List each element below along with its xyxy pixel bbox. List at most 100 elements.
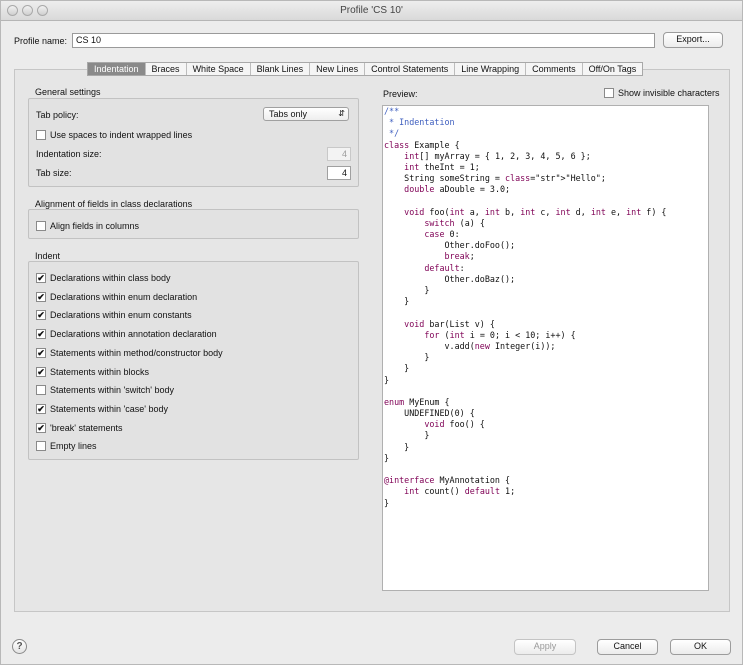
tab-size-field[interactable]: 4: [327, 166, 351, 180]
code-line: }: [384, 430, 430, 441]
code-preview-text: /** * Indentation */class Example { int[…: [383, 106, 708, 509]
tab-policy-label: Tab policy:: [36, 110, 79, 120]
indent-option[interactable]: ✔ Statements within 'case' body: [36, 403, 168, 415]
code-line: }: [384, 363, 410, 374]
code-line: }: [384, 374, 390, 385]
indent-title: Indent: [35, 251, 61, 261]
code-line: class Example {: [384, 139, 460, 150]
code-line: }: [384, 452, 390, 463]
profile-name-label: Profile name:: [14, 36, 68, 46]
indent-option-checkbox[interactable]: ✔: [36, 404, 46, 414]
profile-name-row: Profile name:: [14, 33, 72, 49]
code-line: @interface MyAnnotation {: [384, 475, 511, 486]
code-line: Other.doFoo();: [384, 240, 516, 251]
indent-option-checkbox[interactable]: ✔: [36, 292, 46, 302]
code-line: switch (a) {: [424, 217, 485, 228]
tab-policy-select[interactable]: Tabs only ⇵: [263, 107, 349, 121]
indent-option-checkbox[interactable]: ✔: [36, 329, 46, 339]
align-fields-checkbox[interactable]: [36, 221, 46, 231]
indent-option[interactable]: ✔ Declarations within enum constants: [36, 309, 192, 321]
code-line: /**: [384, 106, 400, 116]
tab-indentation[interactable]: Indentation: [88, 63, 146, 75]
indent-option-label: Declarations within annotation declarati…: [50, 329, 217, 339]
code-line: v.add(new Integer(i));: [384, 340, 556, 351]
indent-option-label: Statements within blocks: [50, 367, 150, 377]
spaces-wrapped-checkbox[interactable]: [36, 130, 46, 140]
profile-name-input[interactable]: CS 10: [72, 33, 655, 48]
code-line: enum MyEnum {: [384, 396, 450, 407]
tab-policy-value: Tabs only: [269, 109, 308, 119]
spaces-wrapped-label: Use spaces to indent wrapped lines: [50, 130, 193, 140]
indent-option-checkbox[interactable]: ✔: [36, 273, 46, 283]
indent-option-checkbox[interactable]: ✔: [36, 423, 46, 433]
indent-option[interactable]: Empty lines: [36, 440, 97, 452]
code-line: }: [384, 352, 430, 363]
indent-option-label: Statements within method/constructor bod…: [50, 348, 223, 358]
alignment-title: Alignment of fields in class declaration…: [35, 199, 193, 209]
code-line: ​: [384, 196, 708, 207]
indent-option[interactable]: ✔ Declarations within class body: [36, 272, 171, 284]
tab-bar: Indentation Braces White Space Blank Lin…: [87, 62, 644, 76]
tab-new-lines[interactable]: New Lines: [310, 63, 366, 75]
indent-option-checkbox[interactable]: [36, 385, 46, 395]
code-line: * Indentation: [384, 117, 455, 128]
tab-blank-lines[interactable]: Blank Lines: [251, 63, 311, 75]
indent-option[interactable]: ✔ Declarations within enum declaration: [36, 291, 197, 303]
tab-off-on-tags[interactable]: Off/On Tags: [583, 63, 643, 75]
code-preview[interactable]: /** * Indentation */class Example { int[…: [382, 105, 709, 591]
help-button[interactable]: ?: [12, 639, 27, 654]
indent-option-checkbox[interactable]: [36, 441, 46, 451]
window-title: Profile 'CS 10': [340, 5, 403, 16]
code-line: double aDouble = 3.0;: [404, 184, 511, 195]
indent-option[interactable]: ✔ 'break' statements: [36, 422, 122, 434]
general-settings-title: General settings: [35, 87, 101, 97]
code-line: ​: [384, 464, 708, 475]
show-invisible-option[interactable]: Show invisible characters: [604, 88, 720, 98]
indent-option-checkbox[interactable]: ✔: [36, 367, 46, 377]
select-arrows-icon: ⇵: [338, 109, 345, 118]
apply-button[interactable]: Apply: [514, 639, 576, 655]
tab-comments[interactable]: Comments: [526, 63, 583, 75]
tab-white-space[interactable]: White Space: [187, 63, 251, 75]
indentation-size-field[interactable]: 4: [327, 147, 351, 161]
code-line: Other.doBaz();: [384, 273, 516, 284]
code-line: int theInt = 1;: [404, 161, 480, 172]
show-invisible-label: Show invisible characters: [618, 88, 720, 98]
code-line: }: [384, 285, 430, 295]
code-line: void bar(List v) {: [404, 318, 495, 329]
cancel-button[interactable]: Cancel: [597, 639, 658, 655]
indent-option-label: 'break' statements: [50, 423, 123, 433]
code-line: }: [384, 497, 390, 508]
align-fields-option[interactable]: Align fields in columns: [36, 220, 139, 232]
code-line: ​: [384, 386, 708, 397]
indent-option-label: Statements within 'switch' body: [50, 385, 174, 395]
profile-dialog: Profile 'CS 10' Profile name: CS 10 Expo…: [0, 0, 743, 665]
indent-option-checkbox[interactable]: ✔: [36, 348, 46, 358]
code-line: void foo(int a, int b, int c, int d, int…: [404, 206, 667, 217]
tab-line-wrapping[interactable]: Line Wrapping: [455, 63, 527, 75]
code-line: int[] myArray = { 1, 2, 3, 4, 5, 6 };: [404, 150, 591, 161]
show-invisible-checkbox[interactable]: [604, 88, 614, 98]
indentation-size-label: Indentation size:: [36, 149, 102, 159]
spaces-wrapped-option[interactable]: Use spaces to indent wrapped lines: [36, 129, 192, 141]
indent-option-label: Declarations within enum declaration: [50, 292, 198, 302]
tab-control-statements[interactable]: Control Statements: [365, 63, 456, 75]
indent-option-label: Declarations within enum constants: [50, 310, 192, 320]
title-bar: Profile 'CS 10': [1, 1, 742, 21]
indent-option[interactable]: ✔ Statements within method/constructor bo…: [36, 347, 223, 359]
code-line: for (int i = 0; i < 10; i++) {: [424, 329, 576, 340]
export-button[interactable]: Export...: [663, 32, 723, 48]
indent-option-label: Declarations within class body: [50, 273, 171, 283]
code-line: default:: [424, 262, 465, 273]
code-line: UNDEFINED(0) {: [384, 408, 475, 419]
indent-option-label: Statements within 'case' body: [50, 404, 168, 414]
indent-option[interactable]: Statements within 'switch' body: [36, 384, 174, 396]
indent-option-checkbox[interactable]: ✔: [36, 310, 46, 320]
indent-option[interactable]: ✔ Statements within blocks: [36, 366, 149, 378]
tab-braces[interactable]: Braces: [146, 63, 187, 75]
code-line: int count() default 1;: [404, 486, 516, 497]
code-line: }: [384, 441, 410, 452]
indent-option[interactable]: ✔ Declarations within annotation declarat…: [36, 328, 217, 340]
code-line: ​: [384, 307, 708, 318]
ok-button[interactable]: OK: [670, 639, 731, 655]
